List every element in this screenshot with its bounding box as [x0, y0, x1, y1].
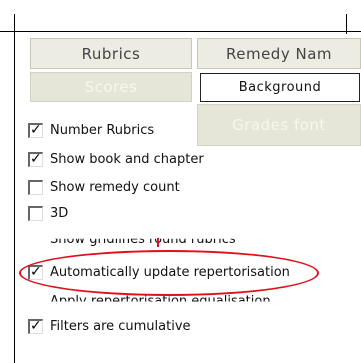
rubrics-font-button[interactable]: Rubrics — [30, 38, 192, 69]
option-number-rubrics[interactable]: Number Rubrics — [28, 122, 155, 138]
option-3d[interactable]: 3D — [28, 206, 68, 221]
option-filters-cumulative[interactable]: Filters are cumulative — [28, 318, 191, 334]
filters-cumulative-checkbox[interactable] — [28, 318, 43, 334]
number-rubrics-label: Number Rubrics — [50, 123, 155, 138]
background-button[interactable]: Background — [200, 73, 360, 102]
panel-divider — [346, 14, 347, 34]
show-gridlines-label[interactable]: Show gridlines round rubrics — [50, 239, 236, 247]
options-panel: Rubrics Remedy Nam Scores Background Gra… — [0, 0, 361, 363]
option-show-book-chapter[interactable]: Show book and chapter — [28, 151, 204, 167]
grades-font-button: Grades font — [197, 104, 361, 146]
remedy-name-font-button[interactable]: Remedy Nam — [197, 38, 361, 69]
highlight-oval — [19, 250, 319, 296]
show-book-chapter-checkbox[interactable] — [28, 151, 43, 167]
panel-left-border — [14, 14, 15, 363]
panel-header-strip — [0, 0, 361, 32]
3d-checkbox[interactable] — [28, 206, 43, 221]
show-remedy-count-checkbox[interactable] — [28, 180, 43, 195]
show-book-chapter-label: Show book and chapter — [50, 152, 204, 167]
apply-equalisation-label[interactable]: Apply repertorisation equalisation — [50, 294, 271, 302]
filters-cumulative-label: Filters are cumulative — [50, 319, 191, 334]
number-rubrics-checkbox[interactable] — [28, 122, 43, 138]
scores-font-button: Scores — [30, 72, 192, 102]
3d-label: 3D — [50, 206, 69, 221]
option-show-remedy-count[interactable]: Show remedy count — [28, 180, 180, 195]
annotation-tick — [157, 238, 159, 247]
show-remedy-count-label: Show remedy count — [50, 180, 180, 195]
